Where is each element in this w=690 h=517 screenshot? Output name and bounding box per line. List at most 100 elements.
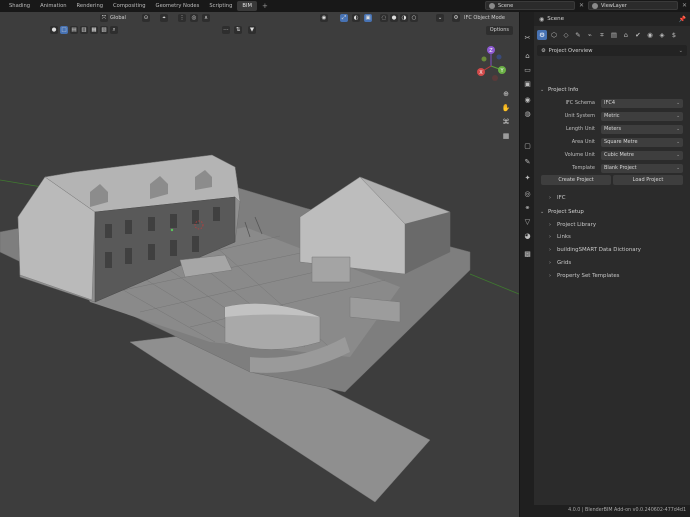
length-unit-select[interactable]: Meters ⌄ — [601, 125, 683, 134]
texture-icon[interactable]: ▩ — [523, 250, 532, 259]
sphere-icon[interactable]: ● — [50, 26, 58, 34]
blender-tab-icon[interactable]: ◉ — [645, 30, 655, 40]
pin-icon[interactable]: 📌 — [679, 16, 686, 23]
grids-item[interactable]: › Grids — [546, 257, 686, 268]
select-box-icon[interactable]: □ — [60, 26, 68, 34]
status-bar: 4.0.0 | BlenderBIM Add-on v0.0.240602-47… — [534, 505, 690, 517]
ifc-schema-select[interactable]: IFC4 ⌄ — [601, 99, 683, 108]
properties-title: Scene — [547, 16, 565, 22]
xray-icon[interactable]: ▣ — [364, 14, 372, 22]
links-label: Links — [557, 233, 571, 240]
options-button[interactable]: Options — [485, 26, 513, 35]
unit-system-select[interactable]: Metric ⌄ — [601, 112, 683, 121]
gizmo-toggle-icon[interactable]: ⤢ — [340, 14, 348, 22]
object-icon[interactable]: ▢ — [523, 142, 532, 151]
shading-solid-icon[interactable]: ● — [390, 14, 398, 22]
services-tab-icon[interactable]: ⌁ — [585, 30, 595, 40]
scene-tab-icon[interactable]: ◉ — [523, 96, 532, 105]
material-icon[interactable]: ◕ — [523, 232, 532, 241]
quality-tab-icon[interactable]: ✔ — [633, 30, 643, 40]
geometry-tab-icon[interactable]: ◇ — [561, 30, 571, 40]
select-subtract-icon[interactable]: ▥ — [80, 26, 88, 34]
blender-version: 4.0.0 — [568, 508, 581, 513]
create-project-button[interactable]: Create Project — [541, 175, 611, 185]
scene-selector[interactable]: Scene — [485, 1, 575, 10]
length-unit-value: Meters — [604, 126, 622, 132]
close-scene-icon[interactable]: ✕ — [578, 2, 585, 9]
tab-rendering[interactable]: Rendering — [72, 1, 109, 11]
pan-hand-icon[interactable]: ✋ — [500, 102, 512, 114]
drawings-tab-icon[interactable]: ✎ — [573, 30, 583, 40]
template-select[interactable]: Blank Project ⌄ — [601, 164, 683, 173]
cost-tab-icon[interactable]: $ — [669, 30, 679, 40]
navigation-gizmo[interactable]: Z X Y — [472, 44, 514, 88]
select-extend-icon[interactable]: ▤ — [70, 26, 78, 34]
bsdd-item[interactable]: › buildingSMART Data Dictionary — [546, 244, 686, 255]
project-info-section[interactable]: ⌄ Project Info — [537, 84, 687, 95]
proportional-edit-icon[interactable]: ◎ — [190, 14, 198, 22]
shading-options-icon[interactable]: ⌄ — [436, 14, 444, 22]
perspective-grid-icon[interactable]: ▦ — [500, 130, 512, 142]
tab-geometry-nodes[interactable]: Geometry Nodes — [151, 1, 205, 11]
project-info-title: Project Info — [548, 86, 579, 93]
tab-shading[interactable]: Shading — [4, 1, 35, 11]
project-overview-tab-icon[interactable]: ⚙ — [537, 30, 547, 40]
shading-rendered-icon[interactable]: ○ — [410, 14, 418, 22]
facility-tab-icon[interactable]: ⌂ — [621, 30, 631, 40]
sort-icon[interactable]: ⇅ — [234, 26, 242, 34]
output-icon[interactable]: ▭ — [523, 66, 532, 75]
data-icon[interactable]: ▽ — [523, 218, 532, 227]
tab-compositing[interactable]: Compositing — [108, 1, 151, 11]
tab-bim[interactable]: BIM — [237, 1, 257, 11]
volume-unit-select[interactable]: Cubic Metre ⌄ — [601, 151, 683, 160]
tool-icon[interactable]: ✂ — [523, 34, 532, 43]
shading-material-icon[interactable]: ◑ — [400, 14, 408, 22]
pivot-icon[interactable]: ⊙ — [142, 14, 150, 22]
select-invert-icon[interactable]: ▦ — [90, 26, 98, 34]
fm-tab-icon[interactable]: ◈ — [657, 30, 667, 40]
camera-view-icon[interactable]: ⌘ — [500, 116, 512, 128]
tab-animation[interactable]: Animation — [35, 1, 71, 11]
ifc-object-mode[interactable]: IFC Object Mode — [464, 14, 505, 22]
modifier-wrench-icon[interactable]: ✎ — [523, 158, 532, 167]
close-view-layer-icon[interactable]: ✕ — [681, 2, 688, 9]
filter-icon[interactable]: ▼ — [248, 26, 256, 34]
snap-icon[interactable]: ⌖ — [160, 14, 168, 22]
links-item[interactable]: › Links — [546, 231, 686, 242]
project-overview-dropdown[interactable]: ⚙ Project Overview ⌄ — [537, 45, 687, 56]
falloff-icon[interactable]: ∧ — [202, 14, 210, 22]
scene-name: Scene — [498, 2, 514, 9]
particles-icon[interactable]: ✦ — [523, 174, 532, 183]
visibility-icon[interactable]: ◉ — [320, 14, 328, 22]
view-layer-selector[interactable]: ViewLayer — [588, 1, 678, 10]
physics-icon[interactable]: ◎ — [523, 190, 532, 199]
search-icon[interactable]: ⌕ — [110, 26, 118, 34]
object-info-tab-icon[interactable]: ⬡ — [549, 30, 559, 40]
load-project-button[interactable]: Load Project — [613, 175, 683, 185]
view-layer-tab-icon[interactable]: ▣ — [523, 80, 532, 89]
view-layer-icon — [592, 2, 598, 9]
world-icon[interactable]: ◍ — [523, 110, 532, 119]
shading-wireframe-icon[interactable]: ◌ — [380, 14, 388, 22]
tab-scripting[interactable]: Scripting — [204, 1, 237, 11]
property-set-templates-item[interactable]: › Property Set Templates — [546, 270, 686, 281]
select-intersect-icon[interactable]: ▧ — [100, 26, 108, 34]
zoom-icon[interactable]: ⊕ — [500, 88, 512, 100]
3d-viewport[interactable]: ⤧ Global ⊙ ⌖ ⋮ ◎ ∧ ◉ ⤢ ◐ ▣ ◌ ● ◑ ○ ⌄ ⚙ I… — [0, 12, 519, 517]
constraint-icon[interactable]: ⚭ — [523, 204, 532, 213]
project-library-item[interactable]: › Project Library — [546, 219, 686, 230]
render-icon[interactable]: ⌂ — [523, 52, 532, 61]
add-workspace-button[interactable]: + — [257, 1, 273, 11]
overlay-icon[interactable]: ◐ — [352, 14, 360, 22]
area-unit-select[interactable]: Square Metre ⌄ — [601, 138, 683, 147]
dropdown-icon: ⌄ — [676, 127, 680, 132]
transform-orientation-icon[interactable]: ⤧ — [100, 14, 108, 22]
snap-target-icon[interactable]: ⋮ — [178, 14, 186, 22]
structural-tab-icon[interactable]: ⌗ — [597, 30, 607, 40]
ifc-subsection[interactable]: › IFC — [546, 192, 686, 203]
grid-icon[interactable]: ⋯ — [222, 26, 230, 34]
project-setup-section[interactable]: ⌄ Project Setup — [537, 206, 687, 217]
ifc-mode-icon[interactable]: ⚙ — [452, 14, 460, 22]
scheduling-tab-icon[interactable]: ▤ — [609, 30, 619, 40]
transform-orientation[interactable]: Global — [110, 14, 126, 22]
